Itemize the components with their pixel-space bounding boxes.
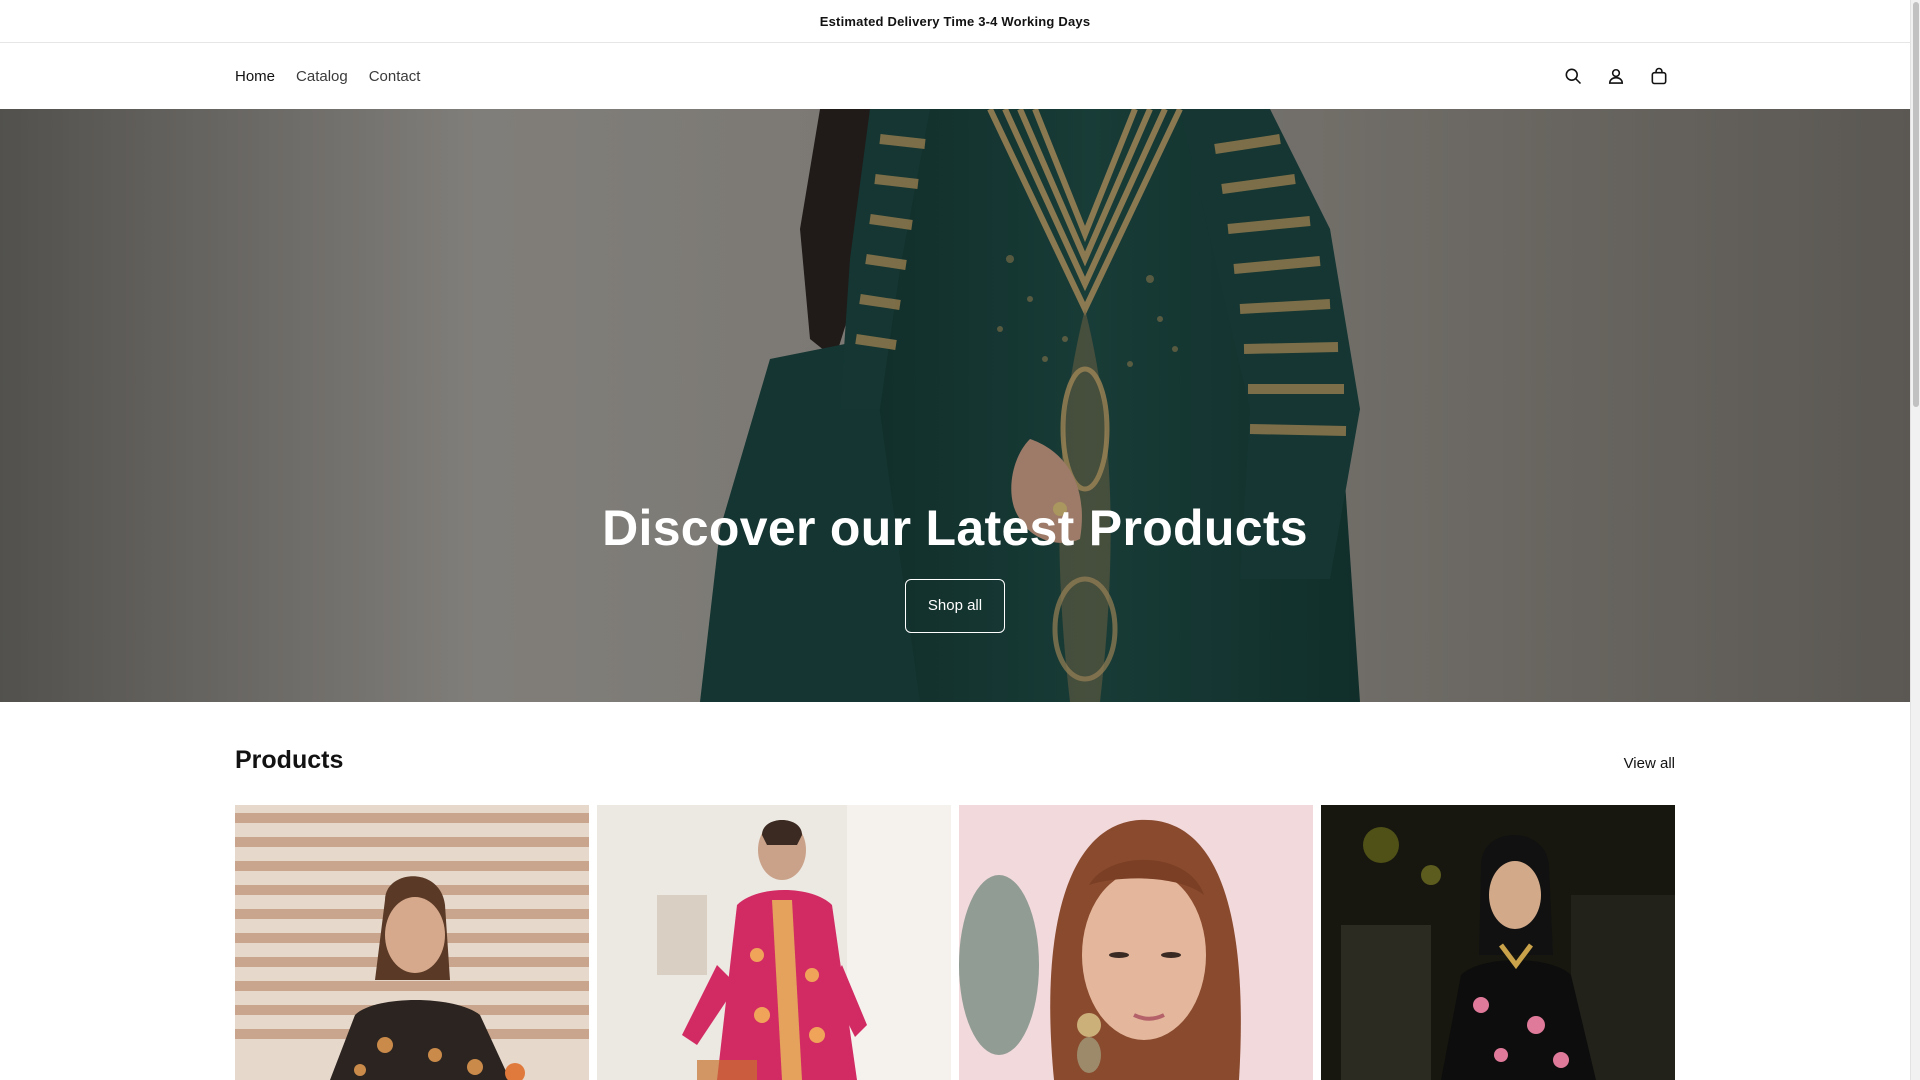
hero-content: Discover our Latest Products Shop all: [0, 499, 1910, 633]
product-card[interactable]: [235, 805, 589, 1080]
product-card[interactable]: [597, 805, 951, 1080]
page-scrollbar[interactable]: [1910, 0, 1920, 1080]
cart-icon[interactable]: [1647, 65, 1670, 88]
product-card[interactable]: [1321, 805, 1675, 1080]
header-icons: [1561, 43, 1670, 109]
product-image: [597, 805, 951, 1080]
search-icon[interactable]: [1561, 65, 1584, 88]
nav-contact[interactable]: Contact: [369, 68, 421, 85]
shop-all-button[interactable]: Shop all: [904, 579, 1006, 633]
product-card[interactable]: [959, 805, 1313, 1080]
nav-catalog[interactable]: Catalog: [296, 68, 348, 85]
announcement-text: Estimated Delivery Time 3-4 Working Days: [819, 13, 1091, 29]
view-all-link[interactable]: View all: [1624, 755, 1675, 772]
nav-home[interactable]: Home: [235, 68, 275, 85]
product-image: [1321, 805, 1675, 1080]
site-header: Home Catalog Contact: [0, 43, 1910, 109]
main-nav: Home Catalog Contact: [235, 43, 420, 109]
product-image: [235, 805, 589, 1080]
products-header: Products View all: [235, 746, 1675, 786]
scrollbar-thumb[interactable]: [1913, 2, 1919, 407]
announcement-bar: Estimated Delivery Time 3-4 Working Days: [0, 0, 1910, 43]
hero-banner: Discover our Latest Products Shop all: [0, 109, 1910, 702]
products-title: Products: [235, 746, 344, 774]
page: Estimated Delivery Time 3-4 Working Days…: [0, 0, 1910, 1080]
hero-title: Discover our Latest Products: [602, 500, 1308, 556]
product-image: [959, 805, 1313, 1080]
product-grid: [235, 805, 1675, 1080]
account-icon[interactable]: [1604, 65, 1627, 88]
